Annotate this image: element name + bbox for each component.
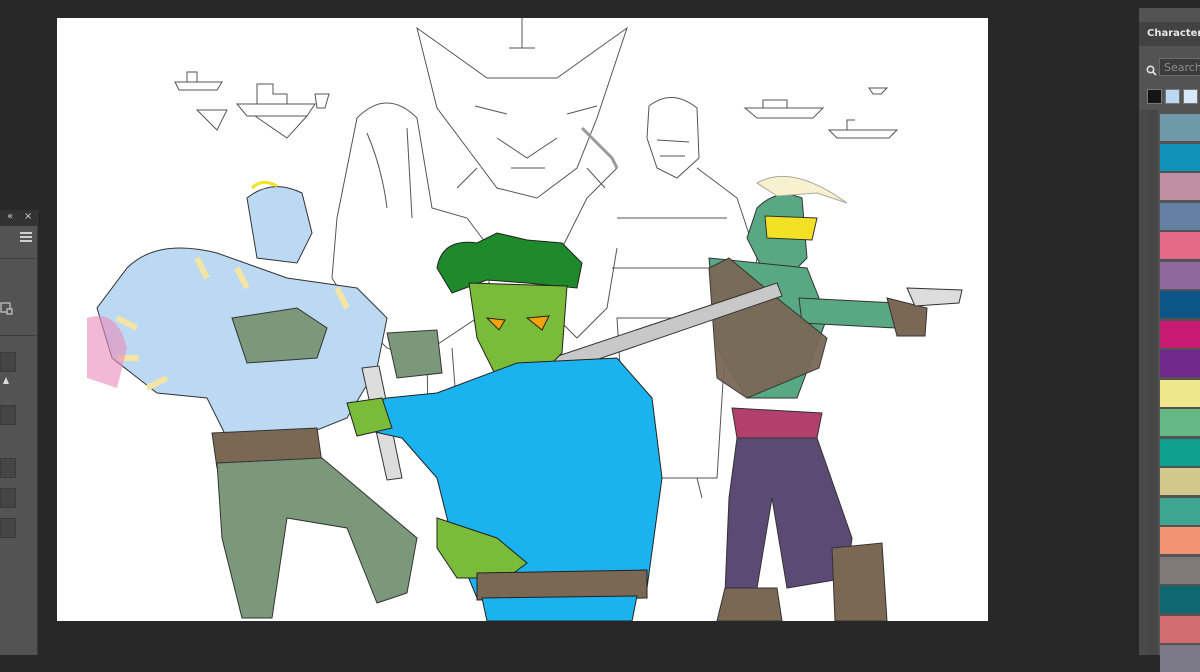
color-swatch[interactable]: [1160, 262, 1200, 289]
left-tool-panel: « ×: [0, 210, 38, 655]
color-swatch[interactable]: [1160, 144, 1200, 171]
tool-slot[interactable]: [0, 488, 16, 508]
color-swatch[interactable]: [1160, 173, 1200, 200]
color-swatch[interactable]: [1160, 232, 1200, 259]
color-swatch[interactable]: [1160, 291, 1200, 318]
swatch-group-indicator: [1148, 110, 1158, 655]
collapse-icon[interactable]: «: [7, 211, 13, 222]
tab-character[interactable]: Character: [1147, 28, 1200, 39]
transform-icon[interactable]: [0, 300, 13, 315]
color-swatch[interactable]: [1160, 498, 1200, 525]
tool-slot[interactable]: [0, 518, 16, 538]
tool-slot[interactable]: [0, 458, 16, 478]
divider: [0, 258, 37, 259]
color-swatch[interactable]: [1160, 114, 1200, 141]
divider: [0, 335, 37, 336]
color-swatch[interactable]: [1160, 586, 1200, 613]
figure-green-woman: [708, 175, 963, 621]
color-swatch[interactable]: [1160, 527, 1200, 554]
color-swatch[interactable]: [1160, 616, 1200, 643]
color-swatch[interactable]: [1160, 645, 1200, 672]
color-swatch[interactable]: [1160, 321, 1200, 348]
color-swatch[interactable]: [1160, 380, 1200, 407]
color-swatch[interactable]: [1160, 468, 1200, 495]
recent-swatch[interactable]: [1165, 89, 1180, 104]
color-swatch[interactable]: [1160, 350, 1200, 377]
close-icon[interactable]: ×: [24, 211, 32, 222]
search-icon: [1146, 61, 1157, 76]
recent-swatch[interactable]: [1147, 89, 1162, 104]
search-input[interactable]: Search: [1159, 58, 1200, 76]
color-swatch[interactable]: [1160, 409, 1200, 436]
fill-swatch[interactable]: [0, 352, 16, 372]
recent-swatch[interactable]: [1183, 89, 1198, 104]
stroke-swatch[interactable]: [0, 405, 16, 425]
scrollbar[interactable]: [1139, 110, 1148, 655]
panel-menu-icon[interactable]: [20, 232, 32, 242]
color-swatch[interactable]: [1160, 439, 1200, 466]
canvas-artboard[interactable]: [57, 18, 988, 621]
right-swatches-panel: Character Search: [1139, 8, 1200, 672]
left-panel-header: « ×: [0, 210, 37, 226]
color-swatch[interactable]: [1160, 203, 1200, 230]
artwork: [87, 18, 963, 621]
color-swatch[interactable]: [1160, 557, 1200, 584]
paint-bucket-icon[interactable]: [0, 372, 13, 385]
